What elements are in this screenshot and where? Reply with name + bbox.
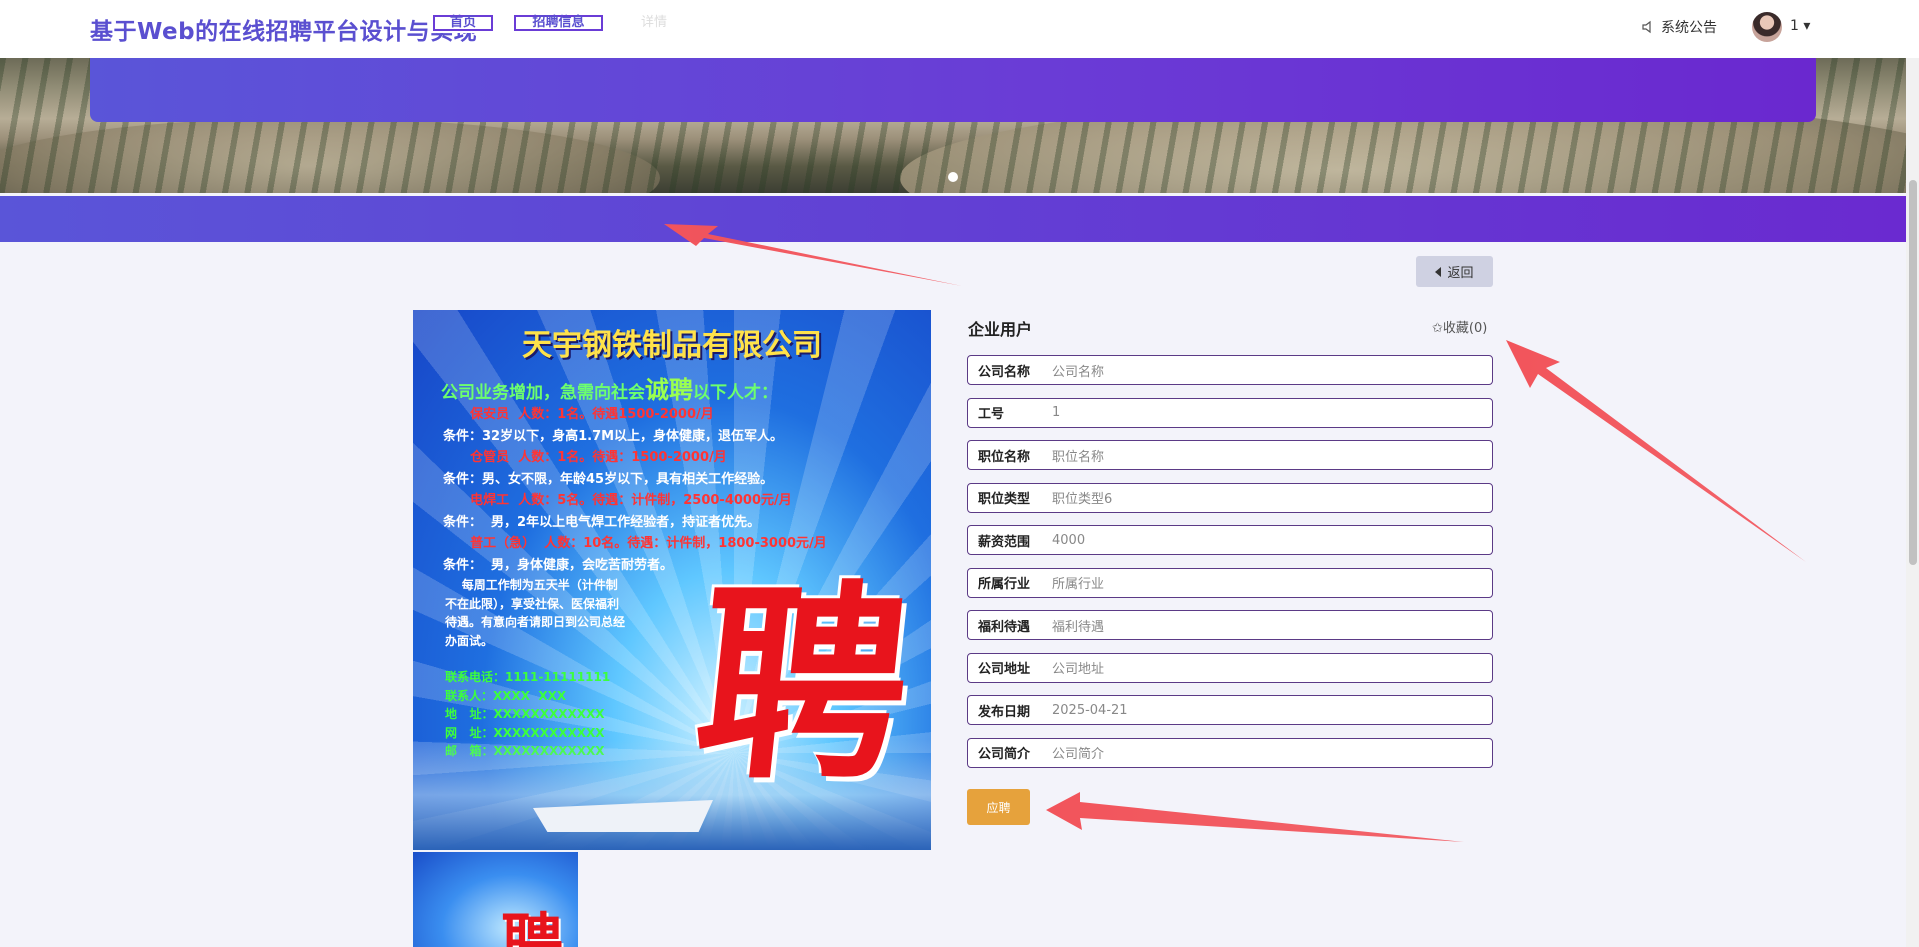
annotation-arrow-favorite — [1506, 340, 1806, 562]
annotation-arrows — [664, 224, 1806, 842]
annotation-arrow-breadcrumb — [664, 224, 962, 286]
annotation-arrow-apply — [1046, 792, 1464, 842]
